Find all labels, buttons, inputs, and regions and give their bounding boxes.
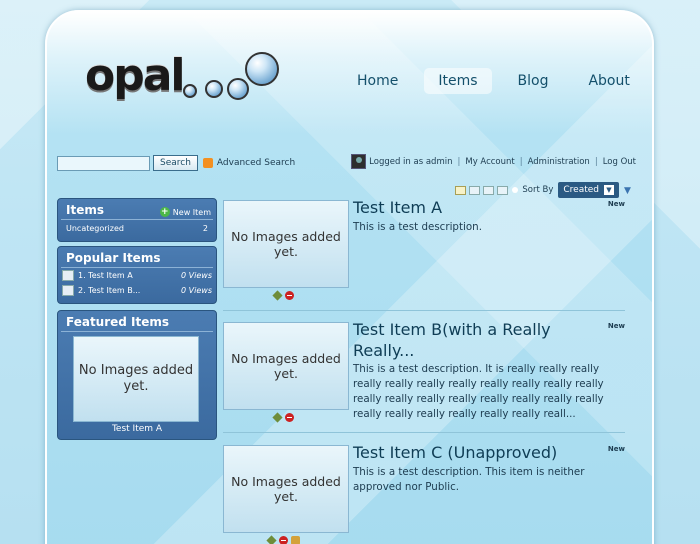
search-input[interactable] [57, 155, 150, 171]
new-badge: New [607, 445, 625, 453]
sidebar-featured-title: Featured Items [61, 311, 213, 332]
chevron-down-icon: ▼ [604, 185, 614, 195]
new-item-button[interactable]: + New Item [159, 207, 211, 217]
logo-bubble-small [205, 80, 223, 98]
category-row[interactable]: Uncategorized 2 [58, 220, 216, 237]
item-actions [266, 535, 300, 544]
featured-caption[interactable]: Test Item A [58, 424, 216, 434]
item-title[interactable]: Test Item A [353, 198, 583, 219]
delete-icon[interactable] [285, 291, 294, 300]
category-count: 2 [202, 224, 208, 233]
approve-icon[interactable] [291, 536, 300, 544]
popular-item-views: 0 Views [181, 286, 212, 295]
delete-icon[interactable] [285, 413, 294, 422]
list-item: No Images added yet. Test Item C (Unappr… [223, 443, 625, 544]
my-account-link[interactable]: My Account [465, 157, 514, 167]
list-view-icon[interactable] [469, 185, 481, 195]
category-label: Uncategorized [66, 224, 124, 233]
logo-text: opal [85, 50, 185, 101]
avatar-icon [351, 154, 367, 169]
logged-in-text: Logged in as admin [369, 156, 453, 167]
item-thumbnail-icon [62, 285, 74, 296]
item-description: This is a test description. This item is… [353, 466, 585, 493]
sort-select[interactable]: Created ▼ [558, 182, 619, 198]
item-actions [272, 290, 294, 301]
nav-blog[interactable]: Blog [504, 68, 563, 94]
item-thumbnail-icon [62, 270, 74, 281]
logo-bubble-medium [227, 78, 249, 100]
sidebar-items-box: Items + New Item Uncategorized 2 [57, 198, 217, 242]
popular-item[interactable]: 1. Test Item A 0 Views [58, 268, 216, 283]
item-title[interactable]: Test Item C (Unapproved) [353, 443, 583, 464]
logo-bubble-tiny [183, 84, 197, 98]
popular-item-label: 1. Test Item A [78, 271, 133, 280]
sidebar-popular-title: Popular Items [61, 247, 213, 268]
new-badge: New [607, 200, 625, 208]
item-description: This is a test description. [353, 221, 482, 233]
sidebar-popular-box: Popular Items 1. Test Item A 0 Views 2. … [57, 246, 217, 304]
search-bar: Search Advanced Search [57, 155, 295, 171]
delete-icon[interactable] [279, 536, 288, 544]
search-button[interactable]: Search [153, 155, 198, 171]
edit-icon[interactable] [272, 290, 283, 301]
edit-icon[interactable] [266, 535, 277, 544]
item-description: This is a test description. It is really… [353, 363, 604, 420]
new-badge: New [607, 322, 625, 330]
administration-link[interactable]: Administration [528, 157, 590, 167]
main-nav: Home Items Blog About [343, 68, 652, 94]
item-image-placeholder[interactable]: No Images added yet. [223, 445, 349, 533]
table-view-icon[interactable] [483, 185, 495, 195]
rss-icon[interactable] [202, 158, 213, 168]
new-item-label: New Item [172, 207, 211, 217]
logo-bubble-large [245, 52, 279, 86]
plus-icon: + [159, 207, 170, 217]
sidebar-featured-box: Featured Items No Images added yet. Test… [57, 310, 217, 440]
sort-select-value: Created [563, 185, 599, 195]
grid-view-icon[interactable] [455, 185, 467, 195]
compact-view-icon[interactable] [497, 185, 509, 195]
view-controls: Sort By Created ▼ ▼ [455, 182, 634, 198]
filter-icon[interactable]: ▼ [624, 186, 634, 196]
nav-items[interactable]: Items [424, 68, 492, 94]
site-logo[interactable]: opal [83, 50, 283, 110]
item-image-placeholder[interactable]: No Images added yet. [223, 322, 349, 410]
item-actions [272, 412, 294, 423]
popular-item-views: 0 Views [181, 271, 212, 280]
edit-icon[interactable] [272, 412, 283, 423]
nav-about[interactable]: About [574, 68, 643, 94]
sort-label: Sort By [522, 185, 554, 195]
item-divider [223, 432, 625, 433]
logout-link[interactable]: Log Out [603, 157, 636, 167]
popular-item[interactable]: 2. Test Item B... 0 Views [58, 283, 216, 298]
nav-home[interactable]: Home [343, 68, 412, 94]
list-item: No Images added yet. Test Item A This is… [223, 198, 625, 310]
sort-dot-icon [512, 187, 519, 193]
user-bar: Logged in as admin | My Account | Admini… [351, 154, 636, 169]
popular-item-label: 2. Test Item B... [78, 286, 141, 295]
site-frame: opal Home Items Blog About Search Advanc… [45, 10, 654, 544]
advanced-search-link[interactable]: Advanced Search [217, 158, 295, 168]
item-image-placeholder[interactable]: No Images added yet. [223, 200, 349, 288]
featured-image-placeholder[interactable]: No Images added yet. [73, 336, 199, 422]
item-title[interactable]: Test Item B(with a Really Really... [353, 320, 583, 362]
item-divider [223, 310, 625, 311]
list-item: No Images added yet. Test Item B(with a … [223, 320, 625, 432]
